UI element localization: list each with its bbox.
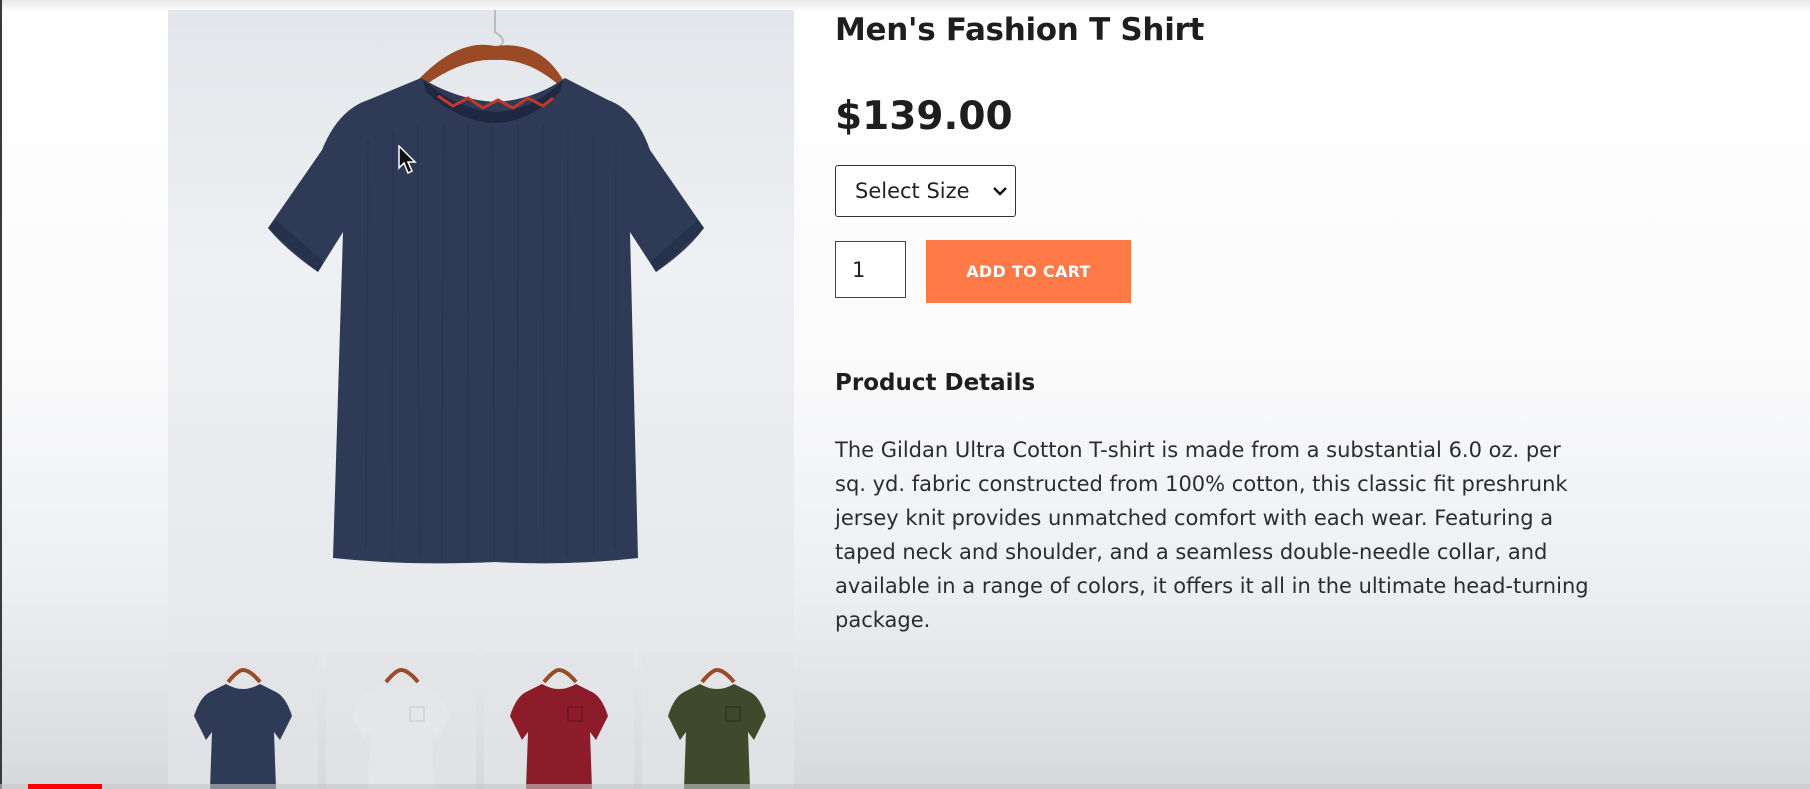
size-select[interactable]: Select Size xyxy=(835,165,1016,217)
product-title: Men's Fashion T Shirt xyxy=(835,12,1205,48)
product-details-text: The Gildan Ultra Cotton T-shirt is made … xyxy=(835,438,1589,632)
thumbnail-gallery xyxy=(168,652,794,789)
thumbnail-navy[interactable] xyxy=(168,652,318,789)
quantity-input[interactable] xyxy=(835,241,906,298)
mouse-cursor-icon xyxy=(398,145,417,175)
thumbnail-white[interactable] xyxy=(326,652,476,789)
video-progress-track[interactable] xyxy=(0,784,1810,789)
window-edge xyxy=(0,0,2,789)
tshirt-illustration xyxy=(268,10,704,564)
main-product-image[interactable] xyxy=(168,10,794,645)
thumbnail-green[interactable] xyxy=(642,652,794,789)
product-price: $139.00 xyxy=(835,94,1013,139)
add-to-cart-button[interactable]: ADD TO CART xyxy=(926,240,1131,303)
product-details-heading: Product Details xyxy=(835,370,1036,396)
video-progress-fill xyxy=(28,784,102,789)
thumbnail-red[interactable] xyxy=(484,652,634,789)
